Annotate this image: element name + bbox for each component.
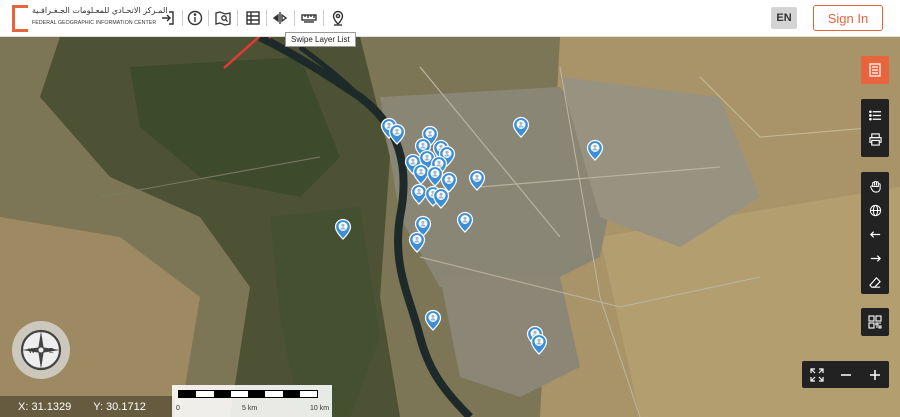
arrow-right-icon[interactable] [861,246,889,270]
measure-icon[interactable] [299,8,319,28]
info-icon[interactable] [185,8,205,28]
zoom-out-icon[interactable] [834,363,858,387]
swipe-icon[interactable] [270,8,290,28]
map-marker-icon[interactable] [388,123,406,145]
document-list-icon[interactable] [861,56,889,84]
scale-label: 5 km [242,405,258,412]
side-tool-group-1 [861,99,889,157]
fgic-logo[interactable]: المـركز الاتحـادي للمعـلومات الجـغـرافـي… [12,3,168,34]
logo-arabic-text: المـركز الاتحـادي للمعـلومات الجـغـرافـي… [32,6,168,15]
satellite-map[interactable]: W E [0,37,900,417]
logo-english-text: FEDERAL GEOGRAPHIC INFORMATION CENTER [32,20,157,26]
map-marker-icon[interactable] [456,211,474,233]
sign-in-button[interactable]: Sign In [813,5,883,31]
arrow-left-icon[interactable] [861,222,889,246]
map-marker-icon[interactable] [408,231,426,253]
map-search-icon[interactable] [213,8,233,28]
side-tool-group-2 [861,172,889,294]
scale-label: 0 [176,405,180,412]
svg-text:W: W [29,348,36,355]
coordinate-readout: X: 31.1329 Y: 30.1712 [0,396,175,417]
location-pin-icon[interactable] [328,8,348,28]
toolbar-divider [323,10,324,26]
login-icon[interactable] [158,8,178,28]
x-coordinate: X: 31.1329 [18,400,72,413]
list-icon[interactable] [861,103,889,127]
eraser-icon[interactable] [861,270,889,294]
compass-icon[interactable]: W E [11,320,71,380]
map-marker-icon[interactable] [432,187,450,209]
zoom-controls [802,361,889,388]
toolbar-divider [237,10,238,26]
map-marker-icon[interactable] [468,169,486,191]
logo-mark [12,5,28,32]
fullscreen-icon[interactable] [805,363,829,387]
y-coordinate: Y: 30.1712 [93,400,146,413]
map-marker-icon[interactable] [334,218,352,240]
svg-text:E: E [49,348,54,355]
map-marker-icon[interactable] [586,139,604,161]
scale-track [178,390,318,398]
toolbar-divider [208,10,209,26]
toolbar-divider [182,10,183,26]
top-bar: المـركز الاتحـادي للمعـلومات الجـغـرافـي… [0,0,900,37]
map-marker-icon[interactable] [530,333,548,355]
pan-hand-icon[interactable] [861,174,889,198]
scale-label: 10 km [310,405,330,412]
tooltip: Swipe Layer List [285,32,356,47]
scale-bar: 0 5 km 10 km [172,385,332,417]
toolbar-divider [294,10,295,26]
layer-list-icon[interactable] [243,8,263,28]
map-marker-icon[interactable] [424,309,442,331]
zoom-in-icon[interactable] [863,363,887,387]
toolbar-divider [266,10,267,26]
language-button[interactable]: EN [771,7,797,29]
globe-icon[interactable] [861,198,889,222]
map-imagery [0,37,900,417]
qr-code-icon[interactable] [861,308,889,336]
map-marker-icon[interactable] [512,116,530,138]
print-icon[interactable] [861,127,889,151]
